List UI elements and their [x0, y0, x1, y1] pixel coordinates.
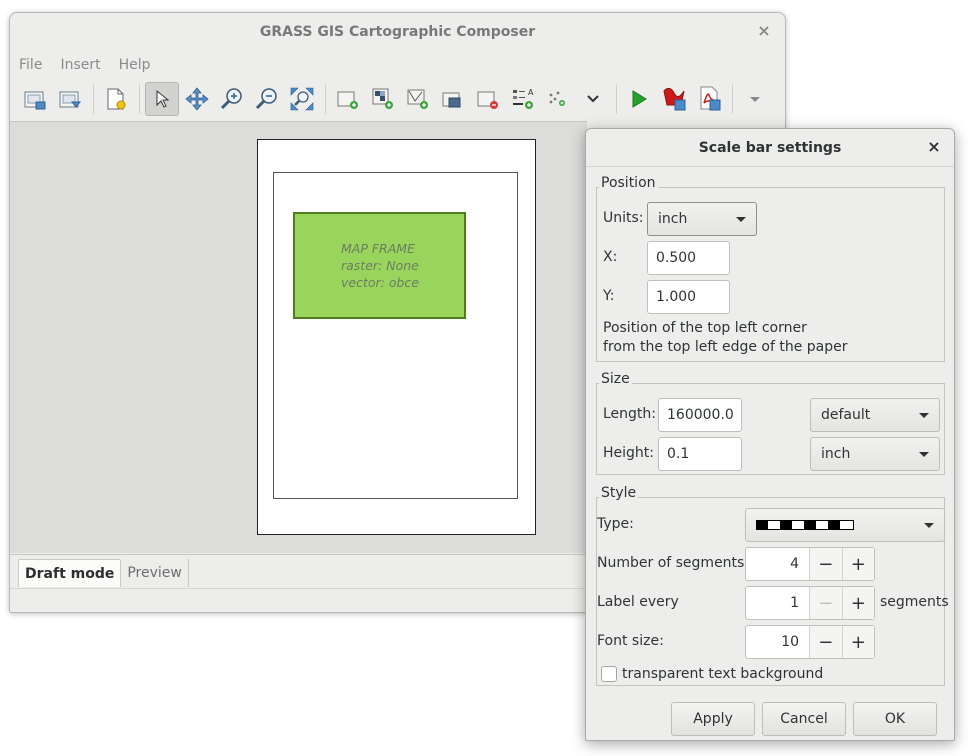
run-icon[interactable]	[622, 82, 656, 116]
height-input[interactable]: 0.1	[658, 437, 742, 471]
add-raster-icon[interactable]	[366, 82, 400, 116]
menubar: File Insert Help	[10, 52, 785, 78]
map-frame-raster: raster: None	[341, 258, 419, 273]
size-group-label: Size	[599, 371, 632, 387]
segments-suffix-label: segments	[880, 594, 949, 610]
font-size-value[interactable]: 10	[746, 626, 809, 658]
window-titlebar: GRASS GIS Cartographic Composer ×	[10, 13, 785, 51]
window-title: GRASS GIS Cartographic Composer	[259, 24, 536, 40]
zoom-out-icon[interactable]	[250, 82, 284, 116]
svg-text:A: A	[528, 88, 534, 97]
scale-bar-settings-dialog: Scale bar settings × Position Units: inc…	[585, 128, 955, 741]
x-label: X:	[603, 249, 618, 265]
export-pdf-icon[interactable]	[692, 82, 726, 116]
transparent-bg-checkbox[interactable]	[601, 666, 617, 682]
chevron-down-icon	[919, 452, 929, 457]
delete-icon[interactable]	[471, 82, 505, 116]
label-every-label: Label every	[597, 594, 679, 610]
position-group: Position Units: inch X: 0.500 Y: 1.000 P…	[596, 175, 945, 362]
pointer-icon[interactable]	[145, 82, 179, 116]
paper: MAP FRAME raster: None vector: obce	[257, 139, 536, 535]
chevron-down-icon	[736, 217, 746, 222]
window-close-icon[interactable]: ×	[755, 22, 773, 40]
length-unit-value: default	[821, 407, 871, 423]
height-label: Height:	[603, 445, 654, 461]
add-map-icon[interactable]	[331, 82, 365, 116]
units-label: Units:	[603, 210, 644, 226]
pan-icon[interactable]	[180, 82, 214, 116]
transparent-bg-label: transparent text background	[622, 666, 824, 682]
scalebar-pattern-icon	[756, 520, 854, 530]
length-input[interactable]: 160000.0	[658, 398, 742, 432]
segments-label: Number of segments:	[597, 555, 750, 571]
chevron-down-icon[interactable]	[576, 82, 610, 116]
segments-plus-button[interactable]: +	[841, 548, 874, 580]
draft-canvas[interactable]: MAP FRAME raster: None vector: obce	[10, 121, 587, 553]
overflow-icon[interactable]	[738, 82, 772, 116]
y-input[interactable]: 1.000	[647, 280, 730, 314]
cancel-button[interactable]: Cancel	[762, 702, 846, 736]
segments-value[interactable]: 4	[746, 548, 809, 580]
toolbar-separator	[93, 84, 94, 114]
chevron-down-icon	[919, 413, 929, 418]
tab-draft-mode[interactable]: Draft mode	[18, 559, 122, 587]
font-size-spinner[interactable]: 10 − +	[745, 625, 875, 659]
dialog-close-icon[interactable]: ×	[926, 139, 942, 155]
font-size-label: Font size:	[597, 633, 664, 649]
label-every-value[interactable]: 1	[746, 587, 809, 619]
toolbar-separator	[325, 84, 326, 114]
position-group-label: Position	[599, 175, 658, 191]
font-size-plus-button[interactable]: +	[841, 626, 874, 658]
font-size-minus-button[interactable]: −	[809, 626, 842, 658]
label-every-minus-button[interactable]: −	[809, 587, 842, 619]
size-group: Size Length: 160000.0 default Height: 0.…	[596, 371, 945, 475]
height-unit-combo[interactable]: inch	[810, 437, 940, 471]
export-ps-icon[interactable]	[657, 82, 691, 116]
zoom-in-icon[interactable]	[215, 82, 249, 116]
toolbar-separator	[139, 84, 140, 114]
style-group: Style Type: Number of segments: 4 − + La…	[596, 485, 949, 686]
label-every-plus-button[interactable]: +	[841, 587, 874, 619]
toolbar: A	[10, 79, 785, 119]
chevron-down-icon	[924, 523, 934, 528]
dialog-titlebar: Scale bar settings ×	[586, 129, 954, 167]
scalebar-icon[interactable]	[541, 82, 575, 116]
apply-button[interactable]: Apply	[671, 702, 755, 736]
page-setup-icon[interactable]	[18, 82, 52, 116]
position-hint-line1: Position of the top left corner	[603, 320, 807, 336]
map-frame-title: MAP FRAME	[341, 241, 415, 256]
position-hint-line2: from the top left edge of the paper	[603, 339, 848, 355]
y-label: Y:	[603, 288, 615, 304]
toolbar-separator	[732, 84, 733, 114]
toolbar-separator	[616, 84, 617, 114]
x-input[interactable]: 0.500	[647, 241, 730, 275]
menu-help[interactable]: Help	[119, 57, 151, 73]
add-vector-icon[interactable]	[401, 82, 435, 116]
legend-icon[interactable]: A	[506, 82, 540, 116]
overlay-icon[interactable]	[436, 82, 470, 116]
new-file-icon[interactable]	[99, 82, 133, 116]
height-unit-value: inch	[821, 446, 851, 462]
menu-insert[interactable]: Insert	[60, 57, 100, 73]
type-label: Type:	[597, 516, 634, 532]
map-frame-vector: vector: obce	[341, 275, 419, 290]
map-frame[interactable]: MAP FRAME raster: None vector: obce	[293, 212, 466, 319]
zoom-all-icon[interactable]	[285, 82, 319, 116]
units-combo[interactable]: inch	[647, 202, 757, 236]
style-group-label: Style	[599, 485, 639, 501]
length-unit-combo[interactable]: default	[810, 398, 940, 432]
units-value: inch	[658, 211, 688, 227]
tab-preview[interactable]: Preview	[121, 559, 189, 587]
length-label: Length:	[603, 406, 657, 422]
label-every-spinner[interactable]: 1 − +	[745, 586, 875, 620]
ok-button[interactable]: OK	[853, 702, 937, 736]
menu-file[interactable]: File	[19, 57, 42, 73]
print-icon[interactable]	[53, 82, 87, 116]
page-margin: MAP FRAME raster: None vector: obce	[273, 172, 518, 499]
segments-minus-button[interactable]: −	[809, 548, 842, 580]
scalebar-type-combo[interactable]	[745, 508, 945, 542]
segments-spinner[interactable]: 4 − +	[745, 547, 875, 581]
dialog-title: Scale bar settings	[698, 139, 842, 156]
